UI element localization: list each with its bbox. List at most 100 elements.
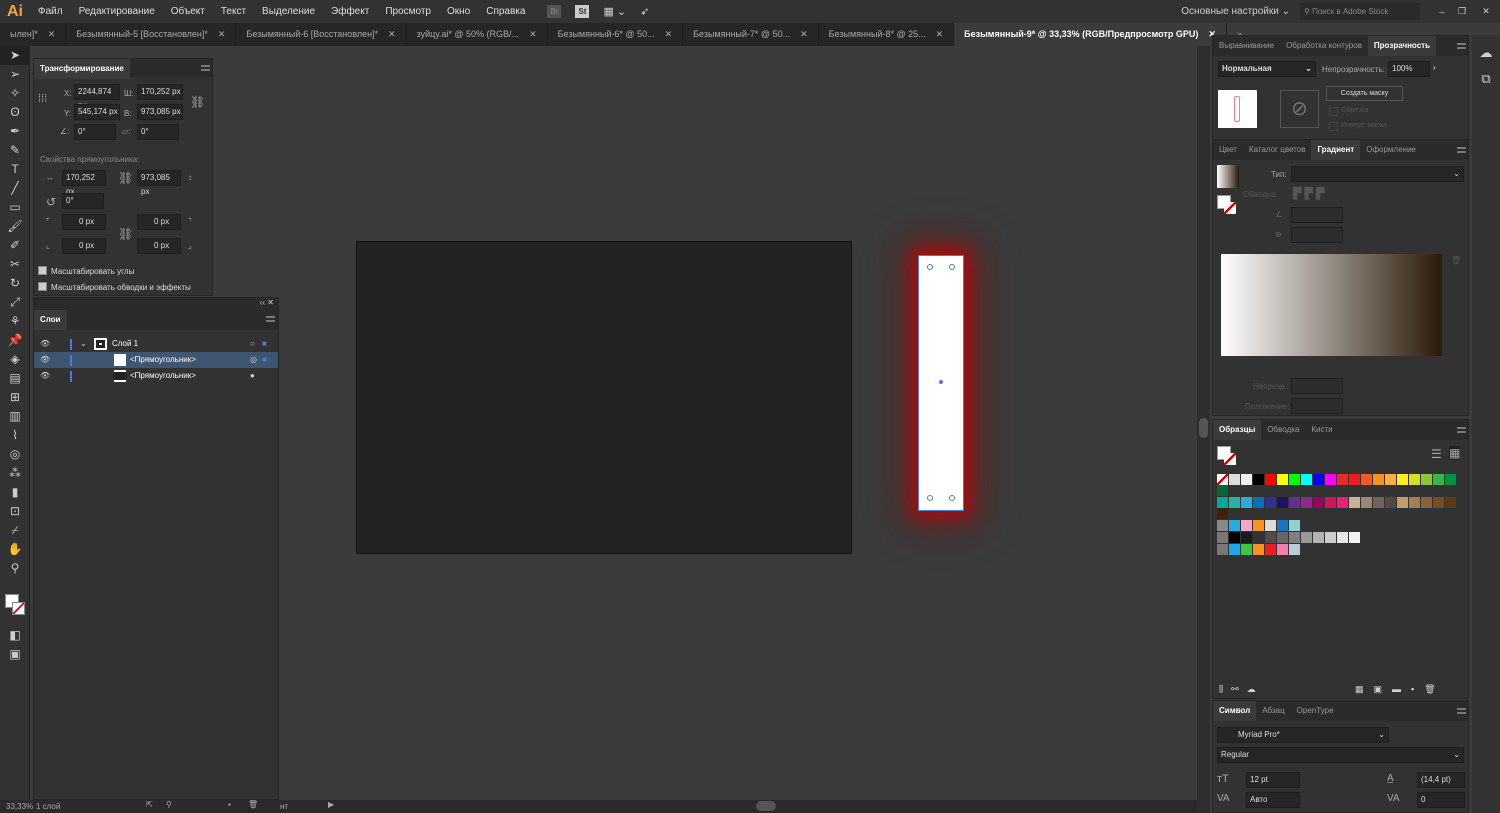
swatch[interactable] — [1265, 544, 1276, 555]
font-size-field[interactable]: 12 pt — [1246, 772, 1300, 788]
tab-paragraph[interactable]: Абзац — [1256, 701, 1290, 721]
menu-view[interactable]: Просмотр — [377, 6, 439, 17]
layers-tab[interactable]: Слои — [34, 310, 67, 330]
close-tab-icon[interactable]: ✕ — [936, 29, 944, 39]
swatch[interactable] — [1265, 474, 1276, 485]
layer-row-selected[interactable]: 👁 <Прямоугольник> ◎ ■ — [34, 352, 278, 368]
swatch[interactable] — [1349, 532, 1360, 543]
swatch[interactable] — [1229, 544, 1240, 555]
type-tool-icon[interactable]: T — [0, 160, 30, 179]
aspect-field[interactable] — [1291, 227, 1343, 243]
swatch[interactable] — [1325, 532, 1336, 543]
swatch[interactable] — [1445, 497, 1456, 508]
tab-stroke[interactable]: Обводка — [1261, 420, 1305, 440]
swatch[interactable] — [1433, 497, 1444, 508]
swatch[interactable] — [1217, 485, 1228, 496]
swatch[interactable] — [1397, 474, 1408, 485]
line-tool-icon[interactable]: ╱ — [0, 179, 30, 198]
shear-field[interactable]: 0° — [137, 124, 179, 140]
swatch[interactable] — [1385, 474, 1396, 485]
reference-point-icon[interactable]: ⁞⁞⁞ — [38, 93, 47, 105]
eyedropper-tool-icon[interactable]: ⌇ — [0, 426, 30, 445]
panel-menu-icon[interactable] — [1457, 43, 1466, 49]
x-field[interactable]: 2244,874 px — [74, 84, 120, 110]
kerning-field[interactable]: Авто — [1246, 792, 1300, 808]
rectangle-tool-icon[interactable]: ▭ — [0, 198, 30, 217]
swatch-library-icons[interactable]: ⫼⚯☁ — [1219, 684, 1264, 695]
asset-export-icon[interactable]: ⧉ — [1472, 71, 1500, 87]
swatch[interactable] — [1337, 532, 1348, 543]
tab-gradient[interactable]: Градиент — [1311, 140, 1361, 160]
puppet-warp-tool-icon[interactable]: ⚘ — [0, 312, 30, 331]
swatch[interactable] — [1289, 544, 1300, 555]
swatch[interactable] — [1241, 544, 1252, 555]
drawing-modes-icon[interactable]: ◧ — [0, 626, 30, 645]
pen-tool-icon[interactable]: ✒ — [0, 122, 30, 141]
menu-type[interactable]: Текст — [213, 6, 254, 17]
tracking-field[interactable]: 0 — [1417, 792, 1465, 808]
cc-libraries-icon[interactable]: ☁ — [1472, 45, 1500, 61]
minimize-button[interactable]: – — [1432, 7, 1452, 17]
zoom-level[interactable]: 33,33% — [6, 802, 33, 811]
doc-tab[interactable]: Безымянный-5 [Восстановлен]* ✕ — [66, 23, 237, 46]
swatch[interactable] — [1337, 474, 1348, 485]
swatch[interactable] — [1373, 474, 1384, 485]
swatch[interactable] — [1253, 497, 1264, 508]
export-icon[interactable]: ⇱ — [146, 800, 153, 809]
rotate-field[interactable]: 0° — [74, 124, 116, 140]
doc-tab[interactable]: зуйцу.ai* @ 50% (RGB/... ✕ — [407, 23, 548, 46]
slice-tool-icon[interactable]: ⌿ — [0, 521, 30, 540]
invert-mask-checkbox[interactable] — [1329, 122, 1338, 131]
fill-stroke-indicator[interactable] — [1217, 446, 1239, 468]
blob-brush-tool-icon[interactable]: ✐ — [0, 236, 30, 255]
opacity-slider-arrow[interactable]: › — [1433, 63, 1436, 72]
swatch[interactable] — [1277, 474, 1288, 485]
swatch[interactable] — [1337, 497, 1348, 508]
swatch[interactable] — [1241, 497, 1252, 508]
shape-builder-tool-icon[interactable]: ◈ — [0, 350, 30, 369]
magic-wand-tool-icon[interactable]: ✧ — [0, 84, 30, 103]
tab-pathfinder[interactable]: Обработка контуров — [1280, 36, 1368, 56]
swatch[interactable] — [1313, 474, 1324, 485]
menu-help[interactable]: Справка — [478, 6, 533, 17]
transform-tab[interactable]: Трансформирование — [34, 59, 130, 79]
arrange-documents-icon[interactable]: ▦ ⌄ — [603, 5, 626, 18]
corner-bl-field[interactable]: 0 px — [62, 238, 106, 254]
scissors-tool-icon[interactable]: ✂ — [0, 255, 30, 274]
tab-character[interactable]: Символ — [1213, 701, 1257, 721]
menu-select[interactable]: Выделение — [254, 6, 323, 17]
grid-view-icon[interactable]: ▦ — [1449, 446, 1461, 460]
swatch[interactable] — [1289, 532, 1300, 543]
maximize-button[interactable]: ❐ — [1452, 6, 1472, 17]
swatch-group-folder-icon[interactable] — [1217, 544, 1228, 555]
swatch[interactable] — [1361, 497, 1372, 508]
tab-transparency[interactable]: Прозрачность — [1367, 36, 1436, 56]
pin-tool-icon[interactable]: 📌 — [0, 331, 30, 350]
selection-square[interactable]: ■ — [262, 352, 267, 368]
close-tab-icon[interactable]: ✕ — [800, 29, 808, 39]
stop-position-field[interactable] — [1291, 398, 1343, 414]
swatch[interactable] — [1229, 532, 1240, 543]
lasso-tool-icon[interactable]: ʘ — [0, 103, 30, 122]
visibility-eye-icon[interactable]: 👁 — [40, 368, 50, 384]
doc-tab[interactable]: Безымянный-8* @ 25... ✕ — [819, 23, 955, 46]
swatch[interactable] — [1325, 497, 1336, 508]
swatch[interactable] — [1277, 497, 1288, 508]
rect-constrain-icon[interactable]: ⛓ — [118, 171, 133, 185]
swatch[interactable] — [1241, 520, 1252, 531]
swatch[interactable] — [1265, 497, 1276, 508]
tab-opentype[interactable]: OpenType — [1291, 701, 1340, 721]
screen-mode-icon[interactable]: ▣ — [0, 645, 30, 664]
paintbrush-tool-icon[interactable]: 🖌 — [0, 217, 30, 236]
tab-swatches[interactable]: Образцы — [1213, 420, 1262, 440]
swatch[interactable] — [1253, 544, 1264, 555]
swatch[interactable] — [1277, 544, 1288, 555]
artboard[interactable] — [356, 241, 852, 554]
corner-tr-field[interactable]: 0 px — [137, 214, 181, 230]
leading-field[interactable]: (14,4 pt) — [1417, 772, 1465, 788]
swatch[interactable] — [1409, 474, 1420, 485]
status-menu-arrow[interactable]: ▶ — [328, 800, 334, 809]
blend-mode-select[interactable]: Нормальная ⌄ — [1218, 61, 1316, 77]
swatch[interactable] — [1253, 532, 1264, 543]
swatch[interactable] — [1385, 497, 1396, 508]
